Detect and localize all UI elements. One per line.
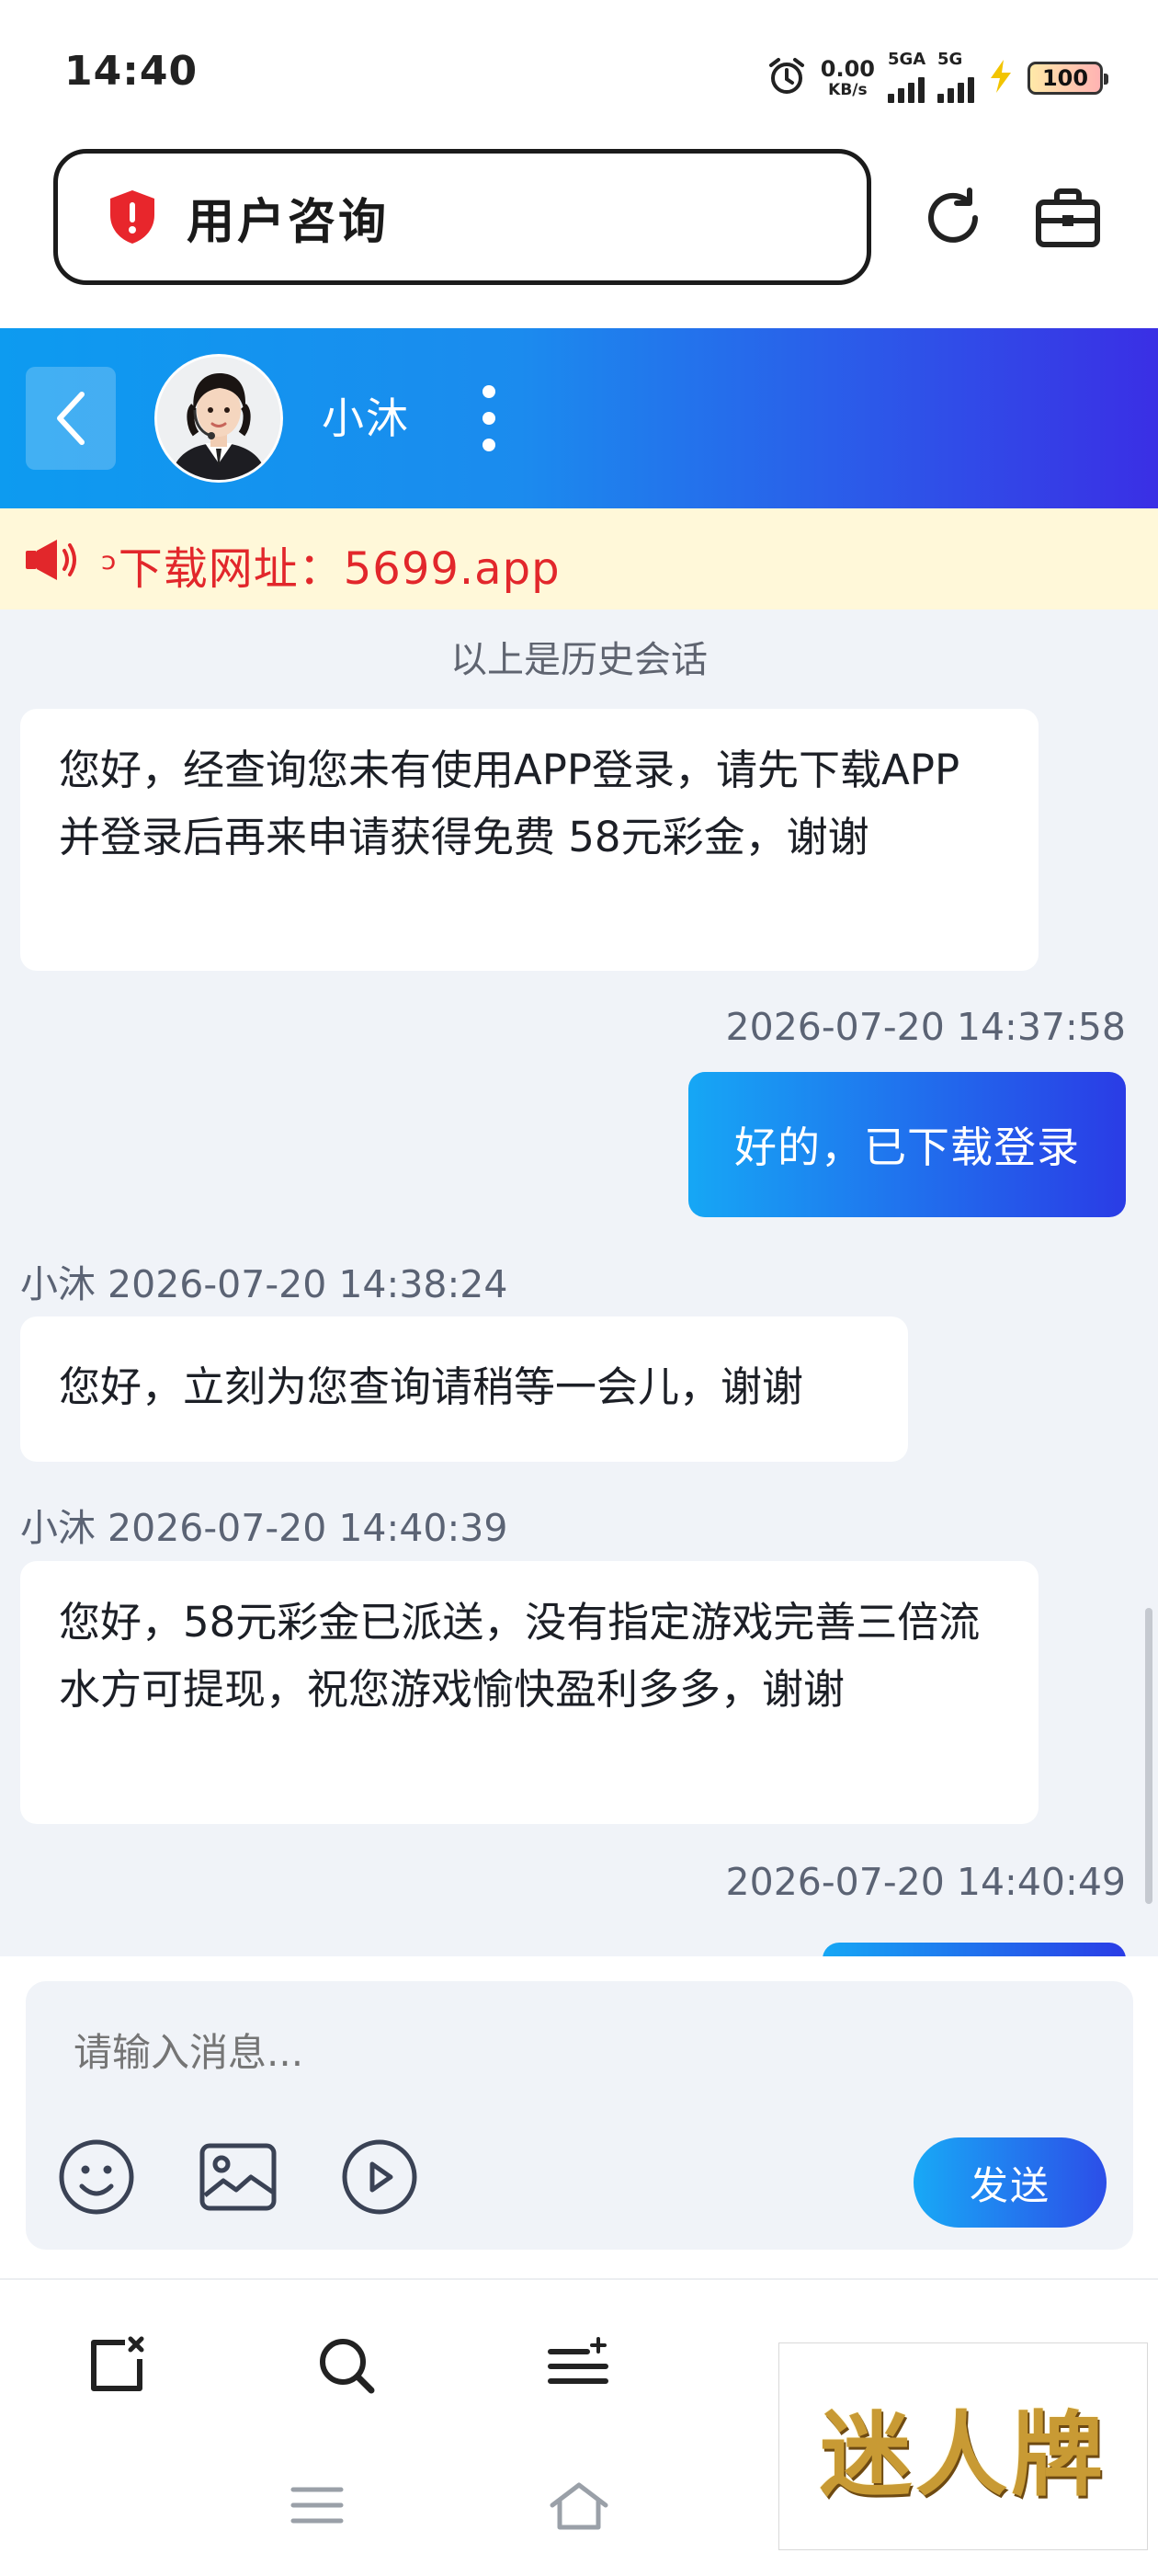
network-speed: 0.00 KB/s [820,56,875,99]
watermark-logo: 迷人牌 [778,2342,1148,2550]
agent-message: 您好，58元彩金已派送，没有指定游戏完善三倍流水方可提现，祝您游戏愉快盈利多多，… [20,1561,1039,1824]
shield-icon [106,188,159,245]
status-icons: 0.00 KB/s 5GA 5G 100 [766,50,1108,106]
battery-icon: 100 [1027,62,1108,95]
menu-sparkle-icon[interactable] [538,2324,620,2407]
status-time: 14:40 [64,48,199,95]
message-input[interactable] [72,2029,903,2076]
user-message: 好的，已下载登录 [688,1072,1126,1217]
message-meta: 小沐 2026-07-20 14:40:39 [20,1506,508,1550]
message-timestamp: 2026-07-20 14:37:58 [725,1005,1126,1049]
chat-header: 小沐 [0,328,1158,508]
agent-avatar[interactable] [154,354,283,483]
chat-scrollbar[interactable] [1145,1608,1152,1904]
home-icon[interactable] [538,2464,620,2547]
page-title: 用户咨询 [187,194,390,250]
announcement-text: ᵓ下载网址：5699.app [101,543,561,595]
agent-message: 您好，立刻为您查询请稍等一会儿，谢谢 [20,1316,908,1462]
new-tab-icon[interactable] [75,2324,158,2407]
page-title-bar[interactable]: 用户咨询 [53,149,871,285]
emoji-icon[interactable] [55,2136,138,2218]
announcement-bar: ᵓ下载网址：5699.app [0,508,1158,610]
history-divider: 以上是历史会话 [450,639,708,681]
user-message [823,1943,1126,1956]
search-icon[interactable] [305,2324,388,2407]
chevron-left-icon [52,389,89,448]
alarm-icon [766,55,808,101]
message-composer: 发送 [26,1981,1133,2250]
send-button[interactable]: 发送 [914,2137,1107,2228]
agent-message: 您好，经查询您未有使用APP登录，请先下载APP并登录后再来申请获得免费 58元… [20,709,1039,971]
message-meta: 小沐 2026-07-20 14:38:24 [20,1262,508,1306]
toolbox-icon[interactable] [1029,179,1107,256]
back-button[interactable] [26,367,116,470]
signal-5ga-icon: 5GA [888,50,925,103]
megaphone-icon [22,536,81,584]
signal-5g-icon: 5G [937,50,974,103]
image-icon[interactable] [197,2136,279,2218]
video-icon[interactable] [338,2136,421,2218]
status-bar: 14:40 0.00 KB/s 5GA 5G 100 [0,0,1158,152]
agent-name: 小沐 [322,393,410,443]
more-options-icon[interactable] [469,380,509,457]
refresh-icon[interactable] [914,179,992,256]
chat-messages: 以上是历史会话 您好，经查询您未有使用APP登录，请先下载APP并登录后再来申请… [0,610,1158,1956]
message-timestamp: 2026-07-20 14:40:49 [725,1860,1126,1904]
hamburger-icon[interactable] [276,2464,358,2547]
charging-icon [987,58,1015,98]
